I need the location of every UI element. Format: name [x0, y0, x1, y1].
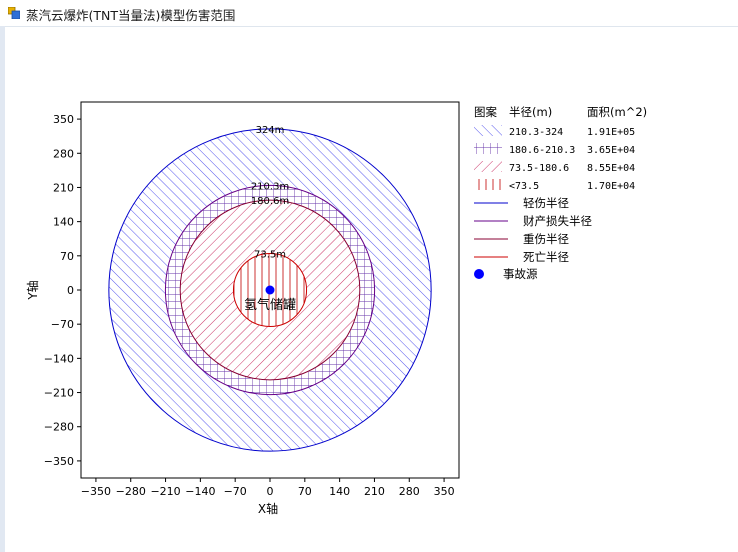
y-tick-label: 140 — [53, 216, 74, 229]
x-tick-label: 140 — [329, 485, 350, 498]
y-tick-label: −140 — [44, 352, 74, 365]
legend-zone-area: 3.65E+04 — [587, 145, 635, 156]
legend-swatch-1 — [474, 125, 502, 136]
legend-swatch-3 — [474, 161, 502, 172]
legend-zone-area: 1.70E+04 — [587, 181, 635, 192]
y-tick-label: 70 — [60, 250, 74, 263]
x-axis-label: X轴 — [258, 501, 278, 516]
accident-source-label: 氢气储罐 — [244, 297, 296, 313]
legend-zone-range: <73.5 — [509, 181, 539, 192]
x-tick-label: 350 — [434, 485, 455, 498]
legend-zone-area: 8.55E+04 — [587, 163, 635, 174]
y-tick-label: −70 — [51, 318, 74, 331]
y-tick-label: 280 — [53, 147, 74, 160]
y-axis-label: Y轴 — [25, 280, 40, 300]
accident-source-marker — [265, 285, 275, 295]
x-tick-label: 280 — [399, 485, 420, 498]
y-tick-label: 350 — [53, 113, 74, 126]
x-tick-label: −140 — [185, 485, 215, 498]
legend-zone-range: 73.5-180.6 — [509, 163, 569, 174]
x-tick-label: −70 — [224, 485, 247, 498]
ring-label-3: 180.6m — [251, 196, 289, 207]
ring-label-1: 324m — [256, 125, 285, 136]
legend-header-radius: 半径(m) — [509, 105, 552, 119]
y-axis-ticks: 350 280 210 140 70 0 −70 −140 −210 −280 −350 — [44, 113, 81, 468]
legend-line-label: 轻伤半径 — [523, 196, 569, 210]
damage-range-chart: 324m210.3m180.6m73.5m 氢气储罐 −350 −280 −210−… — [25, 101, 647, 516]
x-tick-label: −350 — [81, 485, 111, 498]
x-tick-label: 70 — [298, 485, 312, 498]
legend-zone-area: 1.91E+05 — [587, 127, 635, 138]
x-tick-label: 210 — [364, 485, 385, 498]
legend-header-area: 面积(m^2) — [587, 105, 647, 119]
x-axis-ticks: −350 −280 −210 −140 −70 0 70 140 210 280 350 — [81, 478, 455, 498]
legend-line-label: 财产损失半径 — [523, 214, 592, 228]
ring-label-2: 210.3m — [251, 181, 289, 192]
legend-source-label: 事故源 — [503, 267, 538, 281]
x-tick-label: −280 — [116, 485, 146, 498]
legend-swatch-4 — [474, 179, 502, 190]
legend-line-label: 重伤半径 — [523, 232, 569, 246]
legend-zone-range: 180.6-210.3 — [509, 145, 575, 156]
legend-header-pattern: 图案 — [474, 105, 497, 119]
ring-label-4: 73.5m — [254, 249, 286, 260]
x-tick-label: −210 — [150, 485, 180, 498]
legend-line-label: 死亡半径 — [523, 250, 569, 264]
legend-source-marker — [474, 269, 484, 279]
y-tick-label: 0 — [67, 284, 74, 297]
legend-zone-range: 210.3-324 — [509, 127, 563, 138]
x-tick-label: 0 — [267, 485, 274, 498]
y-tick-label: −210 — [44, 387, 74, 400]
legend: 图案 半径(m) 面积(m^2) 210.3-324 1.91E+05 180.6-… — [474, 105, 647, 281]
y-tick-label: −350 — [44, 455, 74, 468]
y-tick-label: 210 — [53, 181, 74, 194]
legend-swatch-2 — [474, 143, 502, 154]
y-tick-label: −280 — [44, 421, 74, 434]
